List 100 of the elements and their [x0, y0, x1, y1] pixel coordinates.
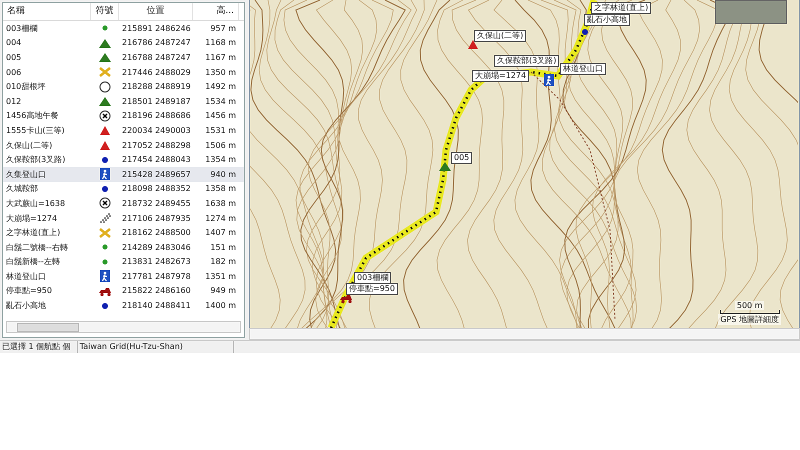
- waypoint-row[interactable]: 久保山(二等) 217052 2488298 1506 m: [3, 138, 244, 152]
- waypoint-row[interactable]: 010甜根坪 218288 2488919 1492 m: [3, 79, 244, 94]
- position-cell-text: 217052 2488298: [121, 140, 192, 151]
- status-text: Taiwan Grid(Hu-Tzu-Shan): [78, 341, 234, 353]
- waypoint-row[interactable]: 大武蕨山=1638 218732 2489455 1638 m: [3, 196, 244, 211]
- name-cell-text: 006: [5, 66, 22, 78]
- tent-icon: [98, 51, 112, 64]
- elevation-cell-text: 1354 m: [204, 154, 237, 166]
- column-header[interactable]: 符號: [91, 3, 119, 20]
- name-cell-text: 之字林道(直上): [5, 227, 62, 238]
- cross-icon: [98, 66, 112, 78]
- car-icon: [339, 292, 353, 304]
- waypoint-row[interactable]: 林道登山口 217781 2487978 1351 m: [3, 269, 244, 284]
- waypoint-row[interactable]: 白鬚二號橋--右轉 214289 2483046 151 m: [3, 240, 244, 254]
- name-cell-text: 久保山(二等): [5, 140, 54, 151]
- name-cell-text: 大崩塌=1274: [5, 212, 58, 224]
- waypoint-row[interactable]: 003柵欄 215891 2486246 957 m: [3, 21, 244, 36]
- name-cell-text: 白鬚新橋--左轉: [5, 256, 61, 268]
- elevation-cell-text: 1167 m: [204, 52, 237, 63]
- position-cell-text: 216788 2487247: [121, 52, 192, 63]
- elevation-cell-text: 1168 m: [204, 37, 237, 48]
- elevation-cell-text: 1274 m: [204, 212, 237, 224]
- elevation-cell-text: 182 m: [209, 256, 237, 268]
- elevation-cell-text: 1400 m: [204, 300, 237, 312]
- name-cell-text: 久集登山口: [5, 168, 47, 180]
- name-cell-text: 停車點=950: [5, 285, 53, 296]
- map-label: 林道登山口: [560, 63, 606, 75]
- column-header[interactable]: 高...: [193, 3, 239, 20]
- name-cell-text: 林道登山口: [5, 270, 47, 282]
- position-cell-text: 215822 2486160: [121, 285, 192, 296]
- position-cell-text: 215891 2486246: [121, 22, 192, 34]
- horizontal-scrollbar[interactable]: [249, 328, 800, 340]
- elevation-cell-text: 1638 m: [204, 198, 237, 209]
- triangle-icon: [98, 139, 112, 152]
- map-label: 久保山(二等): [474, 30, 526, 42]
- name-cell-text: 005: [5, 52, 22, 63]
- name-cell-text: 亂石小高地: [5, 300, 47, 312]
- position-cell-text: 217446 2488029: [121, 66, 192, 78]
- position-cell-text: 217454 2488043: [121, 154, 192, 166]
- position-cell-text: 220034 2490003: [121, 124, 192, 136]
- map-label: 久保鞍部(3叉路): [494, 55, 560, 67]
- name-cell-text: 010甜根坪: [5, 81, 46, 92]
- waypoint-row[interactable]: 1555卡山(三等) 220034 2490003 1531 m: [3, 123, 244, 138]
- elevation-cell-text: 1407 m: [204, 227, 237, 238]
- position-cell-text: 217781 2487978: [121, 270, 192, 282]
- position-cell-text: 218196 2488686: [121, 110, 192, 122]
- position-cell-text: 218288 2488919: [121, 81, 192, 92]
- waypoint-row[interactable]: 久保鞍部(3叉路) 217454 2488043 1354 m: [3, 152, 244, 167]
- elevation-cell-text: 1531 m: [204, 124, 237, 136]
- waypoint-row[interactable]: 005 216788 2487247 1167 m: [3, 50, 244, 65]
- topographic-map[interactable]: 之字林道(直上) 亂石小高地 久保山(二等) 久保鞍部(3叉路) 林道登山口 大崩塌=1274 005 003柵欄 停車點=950 500 m GPS 地圖詳細度: [249, 0, 800, 328]
- hiker-icon: [98, 168, 112, 180]
- column-header[interactable]: 位置: [119, 3, 193, 20]
- position-cell-text: 217106 2487935: [121, 212, 192, 224]
- waypoint-row[interactable]: 1456高地午餐 218196 2488686 1456 m: [3, 108, 244, 124]
- waypoint-row[interactable]: 久集登山口 215428 2489657 940 m: [3, 166, 244, 182]
- name-cell-text: 久保鞍部(3叉路): [5, 154, 66, 166]
- triangle-icon: [466, 38, 480, 50]
- waypoint-row[interactable]: 停車點=950 215822 2486160 949 m: [3, 284, 244, 298]
- hiker-icon: [98, 270, 112, 282]
- name-cell-text: 白鬚二號橋--右轉: [5, 242, 69, 253]
- tent-icon: [438, 160, 452, 172]
- position-cell-text: 218140 2488411: [121, 300, 192, 312]
- elevation-cell-text: 1456 m: [204, 110, 237, 122]
- map-label: 之字林道(直上): [591, 2, 652, 14]
- position-cell-text: 215428 2489657: [121, 168, 192, 180]
- waypoint-row[interactable]: 亂石小高地 218140 2488411 1400 m: [3, 298, 244, 313]
- waypoint-row[interactable]: 久城鞍部 218098 2488352 1358 m: [3, 182, 244, 196]
- name-cell-text: 004: [5, 37, 22, 48]
- waypoint-row[interactable]: 大崩塌=1274 217106 2487935 1274 m: [3, 210, 244, 226]
- position-cell-text: 218162 2488500: [121, 227, 192, 238]
- position-cell-text: 218098 2488352: [121, 183, 192, 194]
- position-cell-text: 214289 2483046: [121, 242, 192, 253]
- position-cell-text: 218501 2489187: [121, 96, 192, 107]
- column-header[interactable]: 名稱: [3, 3, 91, 20]
- elevation-cell-text: 1492 m: [204, 81, 237, 92]
- elevation-cell-text: 940 m: [209, 168, 237, 180]
- name-cell-text: 1456高地午餐: [5, 110, 60, 122]
- map-label: 亂石小高地: [584, 14, 630, 26]
- x-circle-icon: [98, 197, 112, 210]
- name-cell-text: 012: [5, 96, 22, 107]
- waypoint-row[interactable]: 之字林道(直上) 218162 2488500 1407 m: [3, 225, 244, 240]
- waypoint-row[interactable]: 004 216786 2487247 1168 m: [3, 36, 244, 50]
- circle-icon: [98, 80, 112, 93]
- x-circle-icon: [98, 110, 112, 122]
- tent-icon: [98, 36, 112, 49]
- waypoint-row[interactable]: 006 217446 2488029 1350 m: [3, 64, 244, 80]
- elevation-cell-text: 1350 m: [204, 66, 237, 78]
- waypoint-row[interactable]: 白鬚新橋--左轉 213831 2482673 182 m: [3, 254, 244, 270]
- map-label: 005: [451, 152, 472, 164]
- scale-label: 500 m: [734, 301, 764, 310]
- tent-icon: [98, 95, 112, 108]
- horizontal-scrollbar[interactable]: [6, 321, 241, 333]
- name-cell-text: 003柵欄: [5, 22, 38, 34]
- triangle-icon: [98, 124, 112, 136]
- overview-inset: [715, 0, 787, 24]
- dots-icon: [98, 212, 112, 224]
- waypoint-row[interactable]: 012 218501 2489187 1534 m: [3, 94, 244, 109]
- elevation-cell-text: 957 m: [209, 22, 237, 34]
- elevation-cell-text: 1351 m: [204, 270, 237, 282]
